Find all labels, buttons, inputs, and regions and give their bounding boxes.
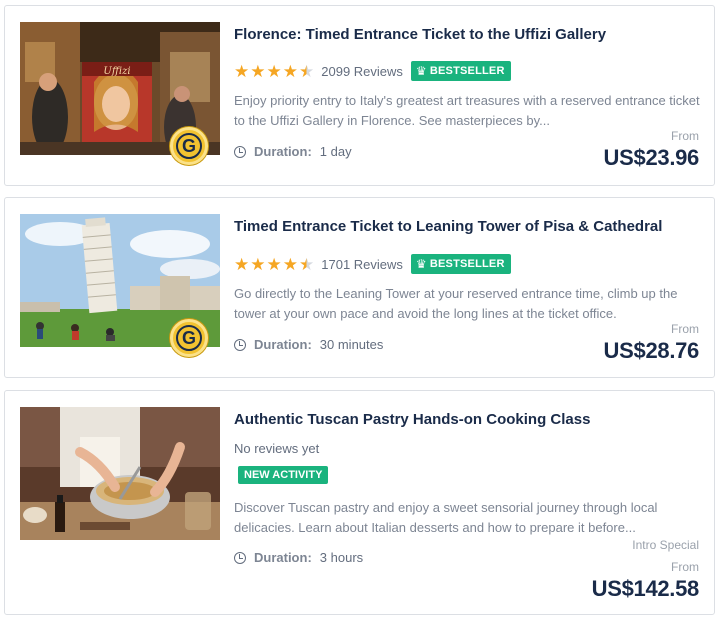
crown-icon: ♛ (415, 64, 427, 78)
intro-special-label: Intro Special (632, 538, 699, 552)
from-label: From (671, 560, 699, 574)
star-icon: ★ (250, 61, 266, 81)
new-activity-badge: NEW ACTIVITY (238, 466, 329, 484)
rating-row: ★ ★ ★ ★ ★ 1701 Reviews ♛ BESTSELLER (234, 253, 511, 275)
clock-icon (234, 145, 246, 158)
no-reviews-text: No reviews yet (234, 441, 320, 456)
pastry-cooking-class-photo (20, 407, 220, 540)
uffizi-book-cover-text: Uffizi (103, 66, 130, 77)
star-icon: ★ (282, 61, 298, 81)
activity-card-pisa[interactable]: G Timed Entrance Ticket to Leaning Tower… (4, 197, 715, 378)
price: US$28.76 (603, 338, 700, 363)
g-badge-icon: G (170, 319, 208, 357)
duration-value: 30 minutes (319, 337, 384, 352)
duration: Duration: 3 hours (234, 550, 363, 565)
g-badge-icon: G (170, 127, 208, 165)
activity-title[interactable]: Timed Entrance Ticket to Leaning Tower o… (234, 218, 662, 235)
price: US$142.58 (591, 576, 700, 601)
activity-description: Go directly to the Leaning Tower at your… (234, 286, 678, 321)
activity-title[interactable]: Florence: Timed Entrance Ticket to the U… (234, 26, 606, 43)
activity-image[interactable] (20, 407, 220, 540)
rating-row: ★ ★ ★ ★ ★ 2099 Reviews ♛ BESTSELLER (234, 60, 511, 82)
star-icon: ★ (234, 61, 250, 81)
half-star-icon: ★ (299, 61, 315, 81)
activity-title[interactable]: Authentic Tuscan Pastry Hands-on Cooking… (234, 411, 590, 428)
activity-description: Enjoy priority entry to Italy's greatest… (234, 93, 700, 128)
from-label: From (671, 129, 699, 143)
star-rating: ★ ★ ★ ★ ★ (234, 256, 315, 273)
star-icon: ★ (234, 254, 250, 274)
crown-icon: ♛ (415, 257, 427, 271)
star-rating: ★ ★ ★ ★ ★ (234, 63, 315, 80)
price: US$23.96 (603, 145, 700, 170)
duration-value: 1 day (319, 144, 352, 159)
activity-description: Discover Tuscan pastry and enjoy a sweet… (234, 500, 658, 535)
star-icon: ★ (266, 61, 282, 81)
clock-icon (234, 338, 246, 351)
half-star-icon: ★ (299, 254, 315, 274)
bestseller-badge: ♛ BESTSELLER (410, 254, 511, 274)
star-icon: ★ (282, 254, 298, 274)
bestseller-badge: ♛ BESTSELLER (410, 61, 511, 81)
star-icon: ★ (266, 254, 282, 274)
duration-value: 3 hours (319, 550, 364, 565)
activity-card-pastry[interactable]: Authentic Tuscan Pastry Hands-on Cooking… (4, 390, 715, 615)
duration: Duration: 30 minutes (234, 337, 383, 352)
clock-icon (234, 551, 246, 564)
from-label: From (671, 322, 699, 336)
star-icon: ★ (250, 254, 266, 274)
review-count[interactable]: 1701 Reviews (321, 257, 403, 272)
activity-card-uffizi[interactable]: Uffizi G Florence: Timed Entrance Ticket… (4, 5, 715, 186)
duration: Duration: 1 day (234, 144, 352, 159)
review-count[interactable]: 2099 Reviews (321, 64, 403, 79)
